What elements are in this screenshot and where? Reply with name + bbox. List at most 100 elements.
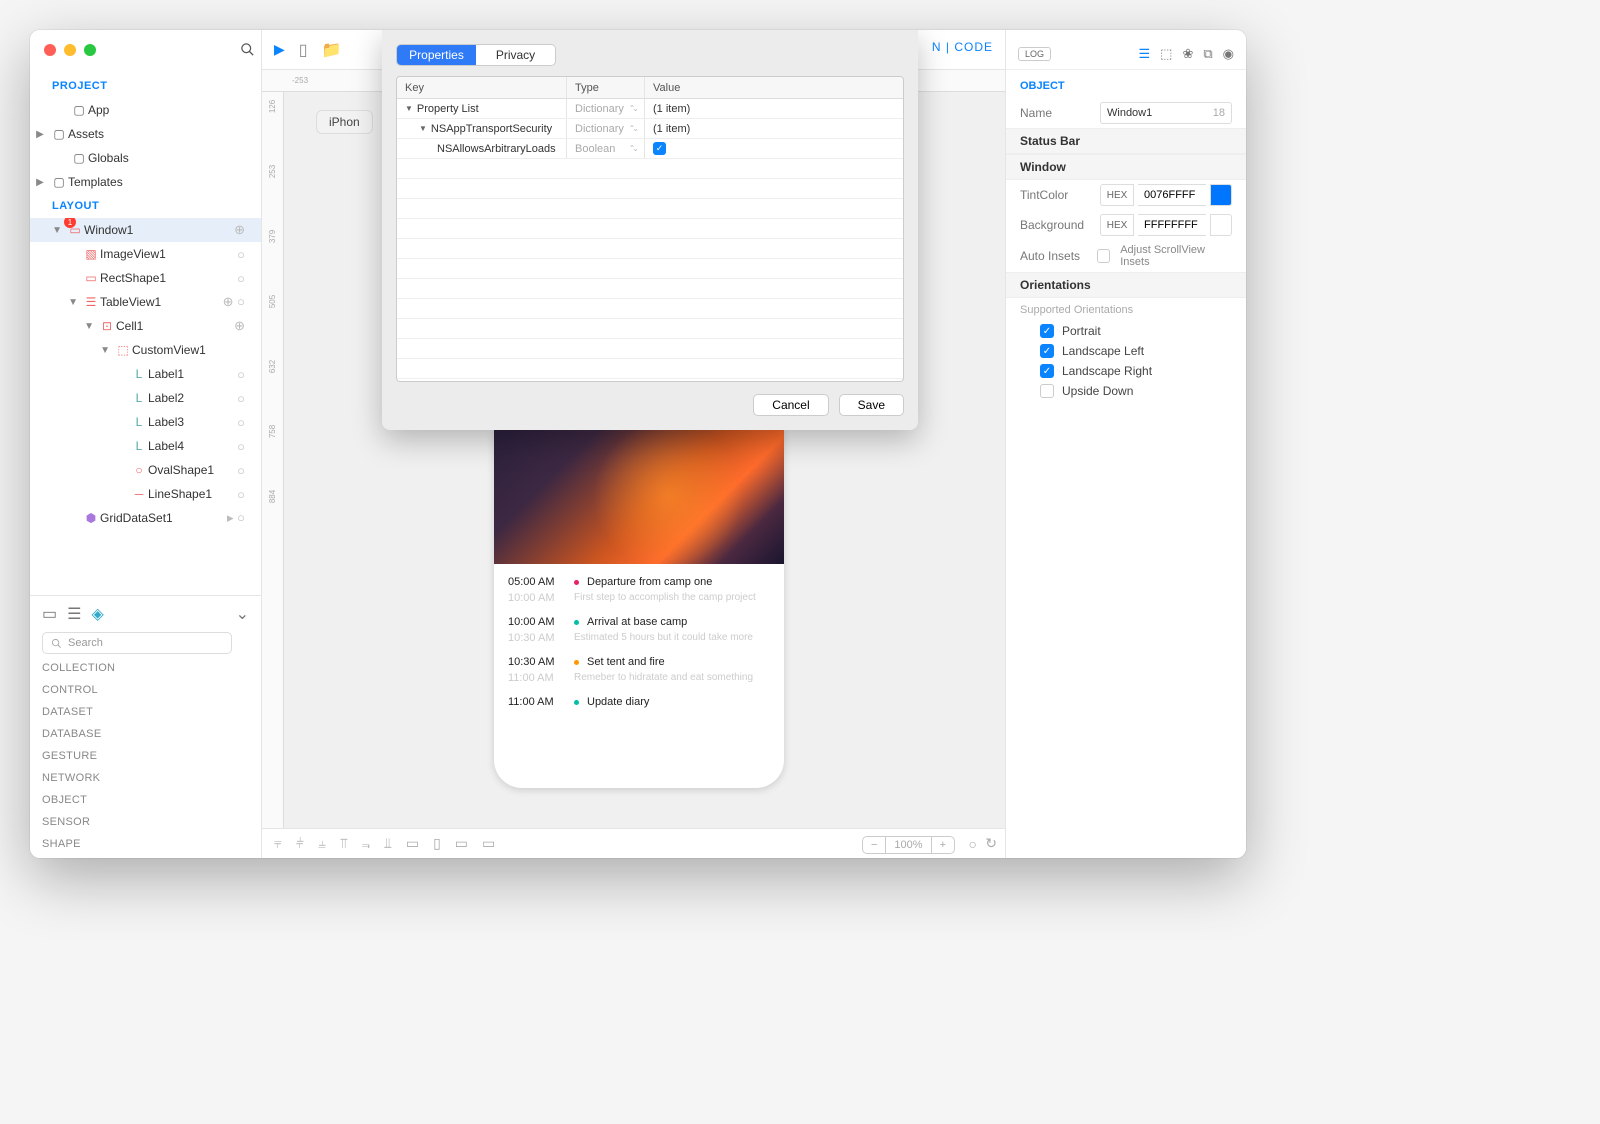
save-button[interactable]: Save xyxy=(839,394,904,416)
project-section-head: PROJECT xyxy=(30,74,261,98)
schedule-entry: 11:00 AMUpdate diary xyxy=(494,690,784,718)
col-key: Key xyxy=(397,77,567,98)
layout-item[interactable]: ▭RectShape1○ xyxy=(30,266,261,290)
plist-row[interactable]: NSAllowsArbitraryLoadsBoolean✓ xyxy=(397,139,903,159)
zoom-out-button[interactable]: − xyxy=(863,837,886,853)
schedule-entry: 10:00 AM10:30 AMArrival at base campEsti… xyxy=(494,610,784,650)
statusbar-section-head: Status Bar xyxy=(1006,128,1246,154)
orientation-option[interactable]: ✓Landscape Left xyxy=(1020,344,1232,358)
tab-privacy[interactable]: Privacy xyxy=(476,45,555,65)
layout-item[interactable]: ○OvalShape1○ xyxy=(30,458,261,482)
project-item[interactable]: ▢App xyxy=(30,98,261,122)
col-value: Value xyxy=(645,77,903,98)
cancel-button[interactable]: Cancel xyxy=(753,394,828,416)
name-input[interactable]: Window1 18 xyxy=(1100,102,1232,124)
hex-label: HEX xyxy=(1100,184,1134,206)
library-category[interactable]: NETWORK xyxy=(42,772,249,784)
layout-section-head: LAYOUT xyxy=(30,194,261,218)
device-icon[interactable]: ▯ xyxy=(299,40,308,60)
align-top-icon[interactable]: ⫧ xyxy=(274,835,282,852)
rotate-icon[interactable]: ↻ xyxy=(985,835,997,852)
layout-item[interactable]: ▧ImageView1○ xyxy=(30,242,261,266)
align-right-icon[interactable]: ⫫ xyxy=(384,835,392,852)
layout-item[interactable]: ⬢GridDataSet1▸ ○ xyxy=(30,506,261,530)
overlay-icon[interactable]: ▭ xyxy=(455,835,468,852)
plist-row[interactable]: ▼NSAppTransportSecurityDictionary(1 item… xyxy=(397,119,903,139)
align-vcenter-icon[interactable]: ⫩ xyxy=(296,835,304,852)
window-section-head: Window xyxy=(1006,154,1246,180)
zoom-in-button[interactable]: + xyxy=(932,837,954,853)
layout-item[interactable]: LLabel2○ xyxy=(30,386,261,410)
schedule-entry: 05:00 AM10:00 AMDeparture from camp oneF… xyxy=(494,570,784,610)
properties-modal: Properties Privacy Key Type Value ▼Prope… xyxy=(382,30,918,430)
lib-cube-icon[interactable]: ◈ xyxy=(91,604,103,624)
autoinsets-checkbox[interactable] xyxy=(1097,249,1110,263)
library-category[interactable]: DATASET xyxy=(42,706,249,718)
plist-table[interactable]: Key Type Value ▼Property ListDictionary(… xyxy=(396,76,904,382)
orientations-note: Supported Orientations xyxy=(1006,298,1246,322)
library-panel: ▭ ☰ ◈ ⌄ Search COLLECTION CONTROL DATASET D… xyxy=(30,595,261,858)
library-category[interactable]: SHAPE xyxy=(42,838,249,850)
lib-view-icon[interactable]: ▭ xyxy=(42,604,57,624)
library-category[interactable]: GESTURE xyxy=(42,750,249,762)
design-code-toggle[interactable]: N | CODE xyxy=(932,40,993,54)
imageview-preview xyxy=(494,428,784,564)
plist-row[interactable]: ▼Property ListDictionary(1 item) xyxy=(397,99,903,119)
orientation-option[interactable]: Upside Down xyxy=(1020,384,1232,398)
align-bottom-icon[interactable]: ⫨ xyxy=(318,835,326,852)
zoom-control[interactable]: − 100% + xyxy=(862,836,955,854)
layout-item[interactable]: LLabel3○ xyxy=(30,410,261,434)
layout-item[interactable]: ▼▭1Window1⊕ xyxy=(30,218,261,242)
tintcolor-label: TintColor xyxy=(1020,188,1090,202)
distribute-h-icon[interactable]: ▭ xyxy=(406,835,419,852)
minimize-window[interactable] xyxy=(64,44,76,56)
maximize-window[interactable] xyxy=(84,44,96,56)
tintcolor-swatch[interactable] xyxy=(1210,184,1232,206)
layout-item[interactable]: ▼⊡Cell1⊕ xyxy=(30,314,261,338)
align-left-icon[interactable]: ⫪ xyxy=(340,835,348,852)
orientation-option[interactable]: ✓Portrait xyxy=(1020,324,1232,338)
tab-properties[interactable]: Properties xyxy=(397,45,476,65)
col-type: Type xyxy=(567,77,645,98)
object-section-head: OBJECT xyxy=(1006,70,1246,98)
close-window[interactable] xyxy=(44,44,56,56)
zoom-value: 100% xyxy=(886,837,931,853)
library-category[interactable]: COLLECTION xyxy=(42,662,249,674)
orientations-section-head: Orientations xyxy=(1006,272,1246,298)
distribute-v-icon[interactable]: ▯ xyxy=(433,835,441,852)
play-button[interactable]: ▶ xyxy=(274,41,285,58)
project-item[interactable]: ▶▢Assets xyxy=(30,122,261,146)
layout-item[interactable]: ▼⬚CustomView1 xyxy=(30,338,261,362)
orientation-option[interactable]: ✓Landscape Right xyxy=(1020,364,1232,378)
lib-list-icon[interactable]: ☰ xyxy=(67,604,81,624)
layout-item[interactable]: LLabel1○ xyxy=(30,362,261,386)
name-label: Name xyxy=(1020,106,1090,120)
background-label: Background xyxy=(1020,218,1090,232)
project-item[interactable]: ▶▢Templates xyxy=(30,170,261,194)
library-category[interactable]: SENSOR xyxy=(42,816,249,828)
library-category[interactable]: CONTROL xyxy=(42,684,249,696)
library-category[interactable]: DATABASE xyxy=(42,728,249,740)
fit-icon[interactable]: ○ xyxy=(969,836,977,852)
library-category[interactable]: OBJECT xyxy=(42,794,249,806)
layout-item[interactable]: LLabel4○ xyxy=(30,434,261,458)
folder-icon[interactable]: 📁 xyxy=(322,40,342,60)
search-icon[interactable] xyxy=(240,42,255,62)
library-search[interactable]: Search xyxy=(42,632,232,654)
modal-segment[interactable]: Properties Privacy xyxy=(396,44,556,66)
project-item[interactable]: ▢Globals xyxy=(30,146,261,170)
sidebar: PROJECT ▢App▶▢Assets▢Globals▶▢Templates … xyxy=(30,30,262,858)
schedule-entry: 10:30 AM11:00 AMSet tent and fireRemeber… xyxy=(494,650,784,690)
layout-item[interactable]: ▼☰TableView1⊕ ○ xyxy=(30,290,261,314)
chevron-down-icon[interactable]: ⌄ xyxy=(236,604,249,624)
background-input[interactable]: FFFFFFFF xyxy=(1138,214,1206,236)
background-swatch[interactable] xyxy=(1210,214,1232,236)
ruler-vertical: 126253379505632758884 xyxy=(262,92,284,828)
alignment-toolbar: ⫧ ⫩ ⫨ ⫪ ⫬ ⫫ ▭ ▯ ▭ ▭ − 100% + ○ ↻ xyxy=(262,828,1005,858)
tintcolor-input[interactable]: 0076FFFF xyxy=(1138,184,1206,206)
align-hcenter-icon[interactable]: ⫬ xyxy=(362,835,370,852)
overlay2-icon[interactable]: ▭ xyxy=(482,835,495,852)
device-label[interactable]: iPhon xyxy=(316,110,373,134)
phone-preview: 05:00 AM10:00 AMDeparture from camp oneF… xyxy=(494,428,784,788)
layout-item[interactable]: ─LineShape1○ xyxy=(30,482,261,506)
